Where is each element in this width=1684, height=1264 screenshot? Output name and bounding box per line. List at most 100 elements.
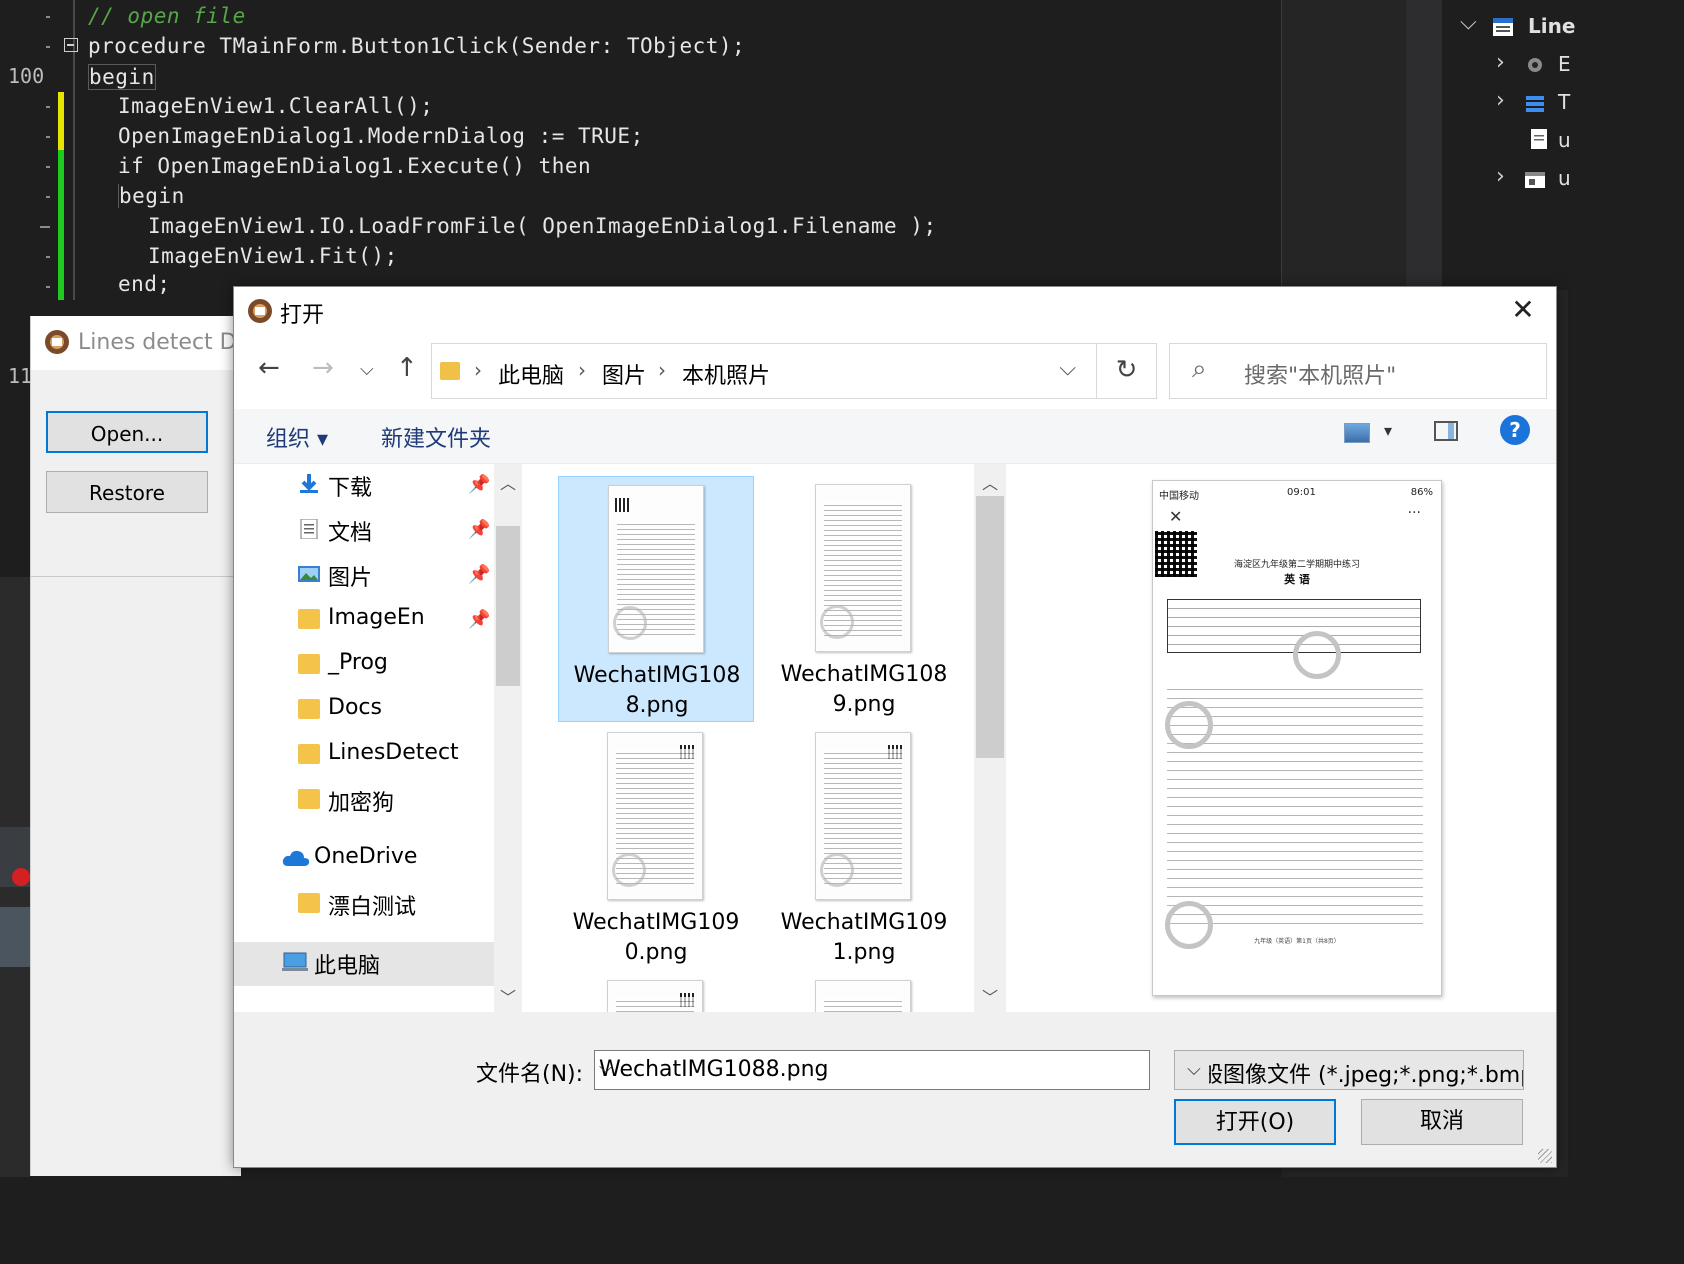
breakpoint-icon[interactable] [12, 868, 30, 886]
nav-item-this-pc[interactable]: 此电脑 [234, 942, 494, 986]
cancel-button[interactable]: 取消 [1361, 1099, 1523, 1145]
scroll-up-icon[interactable]: ︿ [982, 470, 998, 494]
nav-item-onedrive[interactable]: OneDrive [234, 838, 494, 882]
code-line[interactable]: ImageEnView1.ClearAll(); [118, 94, 433, 118]
open-button[interactable]: Open... [46, 411, 208, 453]
chevron-right-icon[interactable]: › [1496, 164, 1505, 189]
view-mode-icon[interactable] [1344, 423, 1370, 443]
chevron-down-icon[interactable]: ▾ [1384, 421, 1392, 440]
file-item[interactable]: WechatIMG108 9.png [766, 476, 962, 722]
preview-pane-icon[interactable] [1434, 421, 1458, 441]
chevron-right-icon[interactable]: › [474, 358, 482, 382]
forward-arrow-icon[interactable]: → [312, 353, 334, 383]
chevron-right-icon[interactable]: › [658, 358, 666, 382]
code-line[interactable]: ImageEnView1.IO.LoadFromFile( OpenImageE… [148, 214, 937, 238]
nav-item-label: 文档 [328, 521, 373, 546]
folder-icon [298, 789, 320, 809]
file-item[interactable]: WechatIMG109 1.png [766, 724, 962, 970]
pictures-icon [298, 566, 320, 582]
nav-item-dongle[interactable]: 加密狗 [234, 779, 494, 823]
nav-item-prog[interactable]: _Prog [234, 644, 494, 688]
chevron-right-icon[interactable]: › [578, 358, 586, 382]
restore-button[interactable]: Restore [46, 471, 208, 513]
chevron-down-icon[interactable]: ⌵ [1059, 356, 1076, 381]
gutter-marker [40, 226, 50, 228]
dialog-titlebar[interactable]: 打开 ✕ [234, 287, 1556, 337]
collapse-icon[interactable] [64, 38, 78, 52]
download-icon [300, 474, 318, 493]
tree-item-label[interactable]: u [1558, 166, 1571, 190]
chevron-down-icon[interactable]: ⌵ [1179, 1051, 1209, 1089]
file-thumbnail [608, 485, 704, 653]
filename-input[interactable]: WechatIMG1088.png ⌵ [594, 1050, 1150, 1090]
new-folder-button[interactable]: 新建文件夹 [381, 421, 491, 453]
refresh-icon[interactable]: ↻ [1097, 343, 1157, 399]
nav-item-bleach-test[interactable]: 漂白测试 [234, 883, 494, 927]
tree-item-label[interactable]: T [1558, 90, 1570, 114]
watermark-logo [1293, 631, 1341, 679]
up-arrow-icon[interactable]: ↑ [396, 353, 418, 383]
breadcrumb-item[interactable]: 此电脑 [498, 358, 564, 390]
close-icon: ✕ [1169, 507, 1183, 526]
open-button[interactable]: 打开(O) [1174, 1099, 1336, 1145]
file-thumbnail [607, 732, 703, 900]
scrollbar-thumb[interactable] [976, 496, 1004, 758]
recent-dropdown-icon[interactable]: ⌵ [360, 359, 374, 380]
line-number: 100 [8, 64, 45, 88]
window-title: Lines detect De [78, 330, 251, 355]
file-thumbnail [607, 980, 703, 1012]
scroll-down-icon[interactable]: ﹀ [500, 984, 516, 1008]
scrollbar-thumb[interactable] [496, 526, 520, 686]
file-item[interactable] [558, 972, 754, 1012]
search-input[interactable]: ⌕ 搜索"本机照片" [1169, 343, 1547, 399]
tree-item-label[interactable]: u [1558, 128, 1571, 152]
nav-item-linesdetect[interactable]: LinesDetect [234, 734, 494, 778]
code-line[interactable]: begin [118, 184, 185, 208]
chevron-down-icon[interactable]: ⌵ [1460, 10, 1477, 35]
nav-item-label: Docs [328, 695, 382, 720]
pin-icon: 📌 [468, 474, 491, 495]
code-line[interactable]: // open file [88, 4, 246, 28]
preview-image: 中国移动 09:01 86% ✕ ··· 海淀区九年级第二学期期中练习 英 语 … [1152, 480, 1442, 996]
back-arrow-icon[interactable]: ← [258, 353, 280, 383]
nav-item-downloads[interactable]: 下载 📌 [234, 464, 494, 508]
help-icon[interactable]: ? [1500, 415, 1530, 445]
time-label: 09:01 [1287, 487, 1316, 498]
chevron-down-icon[interactable]: ⌵ [599, 1057, 1141, 1078]
breadcrumb-item[interactable]: 本机照片 [682, 358, 770, 390]
code-line[interactable]: ImageEnView1.Fit(); [148, 244, 398, 268]
organize-menu[interactable]: 组织 ▾ [266, 421, 328, 453]
code-line[interactable]: if OpenImageEnDialog1.Execute() then [118, 154, 591, 178]
address-bar[interactable]: › 此电脑 › 图片 › 本机照片 ⌵ [431, 343, 1097, 399]
code-line[interactable]: end; [118, 272, 171, 296]
filetype-select[interactable]: 一般图像文件 (*.jpeg;*.png;*.bmp ⌵ [1174, 1050, 1524, 1090]
nav-item-label: _Prog [328, 650, 388, 675]
chevron-right-icon[interactable]: › [1496, 88, 1505, 113]
file-item[interactable]: WechatIMG108 8.png [558, 476, 754, 722]
gutter-marker [46, 166, 50, 168]
scroll-up-icon[interactable]: ︿ [500, 470, 516, 494]
computer-icon [282, 952, 308, 971]
breadcrumb-item[interactable]: 图片 [602, 358, 646, 390]
nav-item-documents[interactable]: 文档 📌 [234, 509, 494, 553]
code-line[interactable]: procedure TMainForm.Button1Click(Sender:… [88, 34, 745, 58]
panel-strip [1406, 0, 1442, 290]
file-list-scrollbar[interactable]: ︿ ﹀ [974, 464, 1006, 1012]
nav-scrollbar[interactable]: ︿ ﹀ [494, 464, 522, 1012]
nav-item-imageen[interactable]: ImageEn 📌 [234, 599, 494, 643]
dialog-title: 打开 [280, 303, 325, 328]
chevron-right-icon[interactable]: › [1496, 50, 1505, 75]
tree-root-label[interactable]: Line [1528, 14, 1575, 38]
close-icon[interactable]: ✕ [1508, 295, 1538, 325]
filetype-value: 一般图像文件 (*.jpeg;*.png;*.bmp [1179, 1063, 1524, 1088]
scroll-down-icon[interactable]: ﹀ [982, 984, 998, 1008]
window-titlebar[interactable]: Lines detect De [31, 316, 250, 370]
tree-item-label[interactable]: E [1558, 52, 1571, 76]
code-line[interactable]: OpenImageEnDialog1.ModernDialog := TRUE; [118, 124, 644, 148]
file-item[interactable]: WechatIMG109 0.png [558, 724, 754, 970]
resize-grip[interactable] [1538, 1149, 1552, 1163]
nav-item-docs[interactable]: Docs [234, 689, 494, 733]
nav-item-pictures[interactable]: 图片 📌 [234, 554, 494, 598]
code-line[interactable]: begin [88, 64, 156, 90]
file-item[interactable] [766, 972, 962, 1012]
